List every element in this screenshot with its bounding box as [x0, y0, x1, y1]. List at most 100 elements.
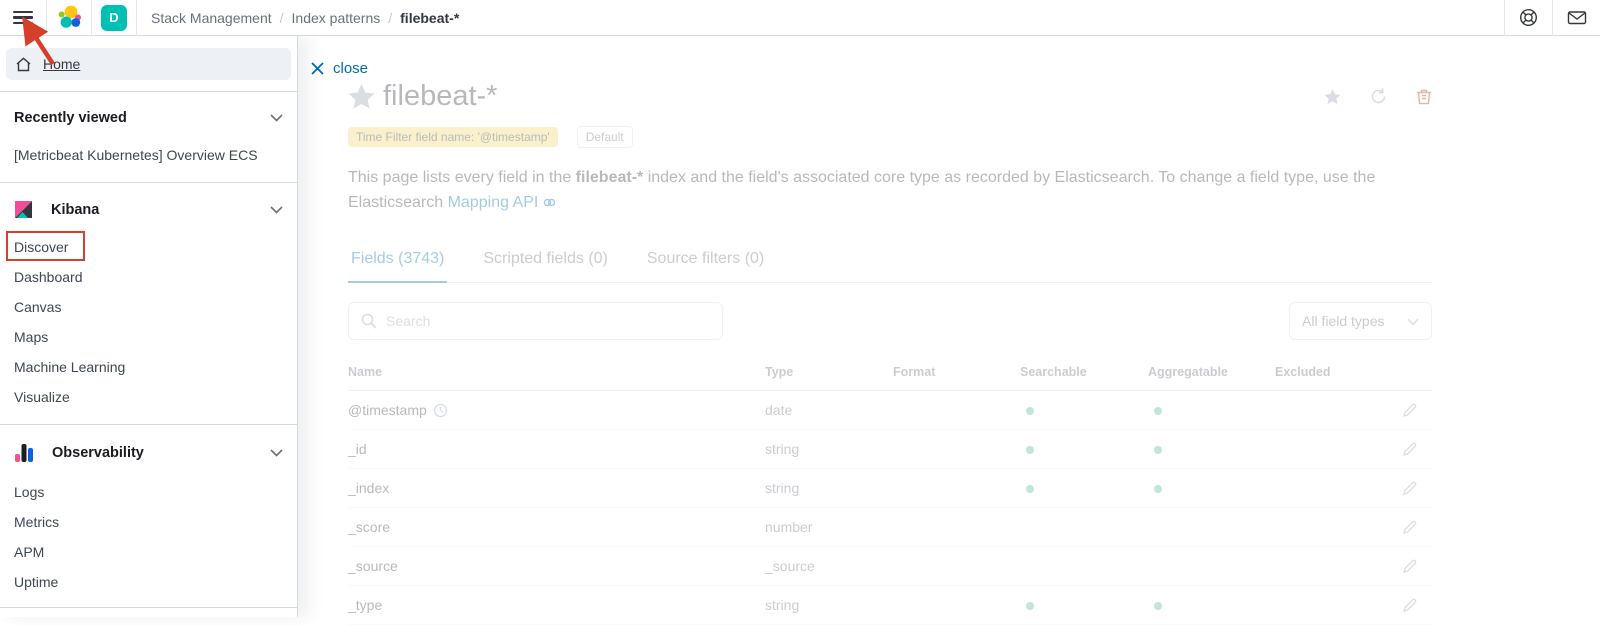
- col-header-excluded: Excluded: [1275, 356, 1402, 391]
- fields-table: Name Type Format Searchable Aggregatable…: [348, 356, 1432, 625]
- sidebar-item-dashboard[interactable]: Dashboard: [0, 262, 297, 292]
- breadcrumb-separator: /: [388, 10, 392, 26]
- sidebar-item-machine-learning[interactable]: Machine Learning: [0, 352, 297, 382]
- table-row: _index string: [348, 469, 1432, 508]
- sidebar-item-visualize[interactable]: Visualize: [0, 382, 297, 412]
- sidebar-item-metrics[interactable]: Metrics: [0, 507, 297, 537]
- chevron-down-icon[interactable]: [270, 109, 283, 127]
- field-name: @timestamp: [348, 402, 427, 418]
- menu-button[interactable]: [0, 0, 46, 36]
- sidebar-item-uptime[interactable]: Uptime: [0, 567, 297, 597]
- edit-field-button[interactable]: [1402, 558, 1418, 574]
- field-name: _index: [348, 469, 765, 508]
- divider: [0, 607, 297, 608]
- field-excluded: [1275, 430, 1402, 469]
- searchable-dot: [1026, 407, 1034, 415]
- breadcrumb-index-patterns[interactable]: Index patterns: [292, 10, 381, 26]
- sidebar-item-discover[interactable]: Discover: [0, 232, 297, 262]
- elastic-logo-icon: [57, 5, 82, 30]
- field-type: _source: [765, 547, 893, 586]
- default-badge: Default: [577, 126, 633, 148]
- field-type: string: [765, 430, 893, 469]
- col-header-aggregatable: Aggregatable: [1148, 356, 1275, 391]
- edit-field-button[interactable]: [1402, 441, 1418, 457]
- close-icon: [311, 62, 324, 75]
- recently-viewed-title: Recently viewed: [14, 110, 127, 126]
- breadcrumb: Stack Management / Index patterns / file…: [151, 10, 459, 26]
- tab-scripted-fields[interactable]: Scripted fields (0): [480, 239, 611, 282]
- chevron-down-icon[interactable]: [270, 444, 283, 462]
- pencil-icon: [1402, 519, 1418, 535]
- clock-icon: [433, 403, 448, 418]
- col-header-searchable: Searchable: [1020, 356, 1148, 391]
- col-header-type: Type: [765, 356, 893, 391]
- field-type-filter[interactable]: All field types: [1289, 302, 1432, 340]
- observability-logo-icon: [14, 442, 34, 464]
- field-name: _type: [348, 586, 765, 625]
- external-link-icon: [543, 196, 556, 209]
- sidebar-item-apm[interactable]: APM: [0, 537, 297, 567]
- aggregatable-dot: [1154, 446, 1162, 454]
- field-format: [893, 430, 1020, 469]
- kibana-logo-icon: [14, 200, 33, 219]
- help-button[interactable]: [1505, 0, 1552, 36]
- page-title: filebeat-*: [383, 80, 497, 113]
- table-row: _score number: [348, 508, 1432, 547]
- table-row: _id string: [348, 430, 1432, 469]
- breadcrumb-stack-management[interactable]: Stack Management: [151, 10, 272, 26]
- star-icon: [1324, 89, 1341, 105]
- help-icon: [1519, 8, 1538, 27]
- aggregatable-dot: [1154, 602, 1162, 610]
- table-row: _source _source: [348, 547, 1432, 586]
- field-search: [348, 302, 723, 340]
- mapping-api-link[interactable]: Mapping API: [448, 194, 539, 211]
- refresh-icon: [1370, 88, 1387, 105]
- observability-section-title: Observability: [52, 445, 144, 461]
- sidebar-item-label: Home: [43, 56, 80, 72]
- trash-icon: [1416, 88, 1432, 105]
- kibana-section: Kibana Discover Dashboard Canvas Maps Ma…: [0, 183, 297, 424]
- breadcrumb-separator: /: [280, 10, 284, 26]
- chevron-down-icon[interactable]: [270, 201, 283, 219]
- mail-icon: [1567, 8, 1587, 27]
- sidebar-item-maps[interactable]: Maps: [0, 322, 297, 352]
- newsfeed-button[interactable]: [1553, 0, 1600, 36]
- pencil-icon: [1402, 402, 1418, 418]
- table-row: _type string: [348, 586, 1432, 625]
- favorite-star-icon: [348, 84, 375, 110]
- favorite-button[interactable]: [1324, 89, 1341, 105]
- col-header-name: Name: [348, 356, 765, 391]
- delete-button[interactable]: [1416, 88, 1432, 105]
- field-format: [893, 469, 1020, 508]
- searchable-dot: [1026, 602, 1034, 610]
- edit-field-button[interactable]: [1402, 402, 1418, 418]
- description-index-name: filebeat-*: [576, 169, 644, 186]
- edit-field-button[interactable]: [1402, 597, 1418, 613]
- col-header-actions: [1402, 356, 1432, 391]
- space-avatar[interactable]: D: [101, 5, 127, 31]
- pencil-icon: [1402, 597, 1418, 613]
- recent-item-metricbeat-overview[interactable]: [Metricbeat Kubernetes] Overview ECS: [0, 140, 297, 170]
- field-name: _id: [348, 430, 765, 469]
- field-excluded: [1275, 469, 1402, 508]
- hamburger-icon: [13, 8, 33, 28]
- index-pattern-panel: filebeat-*: [348, 36, 1432, 617]
- sidebar-item-canvas[interactable]: Canvas: [0, 292, 297, 322]
- close-button[interactable]: close: [311, 60, 368, 77]
- field-format: [893, 391, 1020, 430]
- field-type: string: [765, 586, 893, 625]
- field-format: [893, 586, 1020, 625]
- refresh-button[interactable]: [1370, 88, 1387, 105]
- edit-field-button[interactable]: [1402, 519, 1418, 535]
- elastic-logo[interactable]: [47, 0, 91, 36]
- pencil-icon: [1402, 558, 1418, 574]
- tab-source-filters[interactable]: Source filters (0): [644, 239, 767, 282]
- sidebar-item-logs[interactable]: Logs: [0, 477, 297, 507]
- tab-fields[interactable]: Fields (3743): [348, 239, 447, 283]
- search-input[interactable]: [386, 313, 710, 329]
- sidebar-item-home[interactable]: Home: [6, 48, 291, 80]
- field-aggregatable: [1148, 547, 1275, 586]
- edit-field-button[interactable]: [1402, 480, 1418, 496]
- field-type: string: [765, 469, 893, 508]
- pencil-icon: [1402, 480, 1418, 496]
